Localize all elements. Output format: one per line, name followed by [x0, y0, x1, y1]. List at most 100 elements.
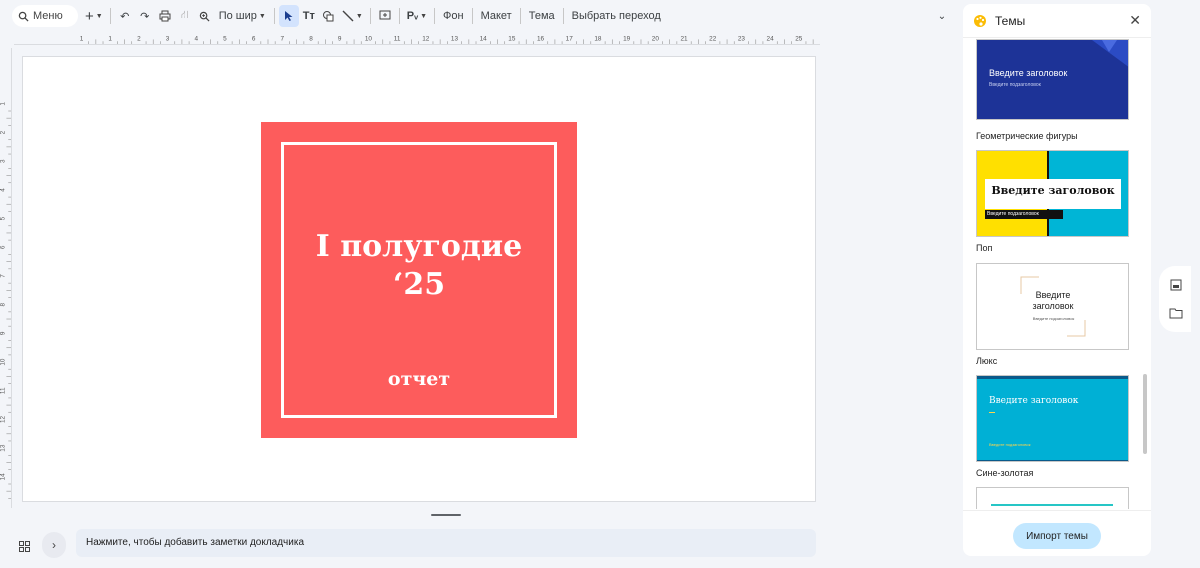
redo-button[interactable]: ↷	[135, 5, 155, 27]
theme-thumb-lux[interactable]: Введите заголовок Введите подзаголовок	[976, 263, 1129, 350]
ruler-label: 6	[0, 245, 7, 249]
thumb-subtitle: Введите подзаголовок	[985, 210, 1063, 219]
ruler-label: 4	[0, 188, 7, 192]
new-slide-button[interactable]: + ▼	[82, 5, 106, 27]
slide-subtitle[interactable]: отчет	[261, 368, 577, 390]
search-icon	[18, 11, 29, 22]
print-button[interactable]	[155, 5, 175, 27]
menu-search-label: Меню	[33, 10, 63, 22]
thumb-title: Введите заголовок	[1032, 290, 1074, 311]
text-box-button[interactable]: Tт	[299, 5, 319, 27]
theme-button[interactable]: Тема	[525, 5, 559, 27]
comment-button[interactable]	[375, 5, 395, 27]
ruler-label: 15	[508, 35, 516, 42]
ruler-label: 13	[0, 444, 7, 452]
chevron-down-icon: ▼	[95, 12, 103, 20]
themes-panel: Темы ✕ Введите заголовок Введите подзаго…	[963, 4, 1151, 556]
transition-button[interactable]: Выбрать переход	[568, 5, 665, 27]
zoom-select-label: По шир	[218, 10, 257, 22]
close-icon[interactable]: ✕	[1129, 12, 1141, 29]
shape-button[interactable]	[319, 5, 339, 27]
thumb-subtitle: Введите подзаголовок	[989, 82, 1041, 88]
ruler-label: 13	[451, 35, 459, 42]
theme-name: Поп	[976, 243, 993, 253]
ruler-label: 1	[0, 102, 7, 106]
import-theme-button[interactable]: Импорт темы	[1013, 523, 1101, 549]
ruler-label: 25	[795, 35, 803, 42]
ruler-label: 22	[709, 35, 717, 42]
ruler-label: 1	[80, 35, 84, 42]
menu-search[interactable]: Меню	[12, 5, 78, 27]
text-box-icon: Tт	[302, 10, 315, 22]
slide-title[interactable]: I полугодие ‘25	[261, 228, 577, 304]
theme-thumb-next[interactable]	[976, 487, 1129, 509]
plus-icon: +	[85, 7, 94, 25]
notes-resize-handle[interactable]	[431, 514, 461, 516]
theme-list-scrollbar[interactable]	[1143, 374, 1147, 454]
line-button[interactable]: ▼	[339, 5, 366, 27]
ruler-label: 10	[0, 358, 7, 366]
slides-icon[interactable]	[1169, 278, 1183, 292]
theme-name: Сине-золотая	[976, 468, 1034, 478]
ruler-label: 3	[166, 35, 170, 42]
ruler-label: 24	[767, 35, 775, 42]
slide-title-card[interactable]: I полугодие ‘25 отчет	[261, 122, 577, 438]
folder-icon[interactable]	[1169, 306, 1183, 320]
chevron-down-icon: ▼	[258, 12, 266, 20]
toolbar-divider	[109, 8, 111, 24]
blue-gold-accent-line	[989, 412, 995, 413]
undo-button[interactable]: ↶	[115, 5, 135, 27]
theme-thumb-geometric[interactable]: Введите заголовок Введите подзаголовок	[976, 39, 1129, 120]
ruler-label: 11	[394, 35, 401, 42]
ruler-label: 9	[338, 35, 342, 42]
redo-icon: ↷	[140, 10, 150, 23]
text-style-button[interactable]: Рᵥ ▼	[404, 5, 430, 27]
theme-thumb-blue-gold[interactable]: Введите заголовок Введите подзаголовок	[976, 375, 1129, 462]
themes-panel-title: Темы	[995, 13, 1026, 28]
toolbar-divider	[471, 8, 473, 24]
thumb-title: Введите заголовок	[989, 68, 1068, 78]
ruler-label: 16	[537, 35, 545, 42]
toolbar-divider	[562, 8, 564, 24]
ruler-label: 20	[652, 35, 660, 42]
thumb-title: Введите заголовок	[991, 184, 1115, 197]
vertical-ruler: 1234567891011121314	[0, 48, 12, 508]
zoom-icon	[199, 11, 210, 22]
theme-name: Геометрические фигуры	[976, 131, 1078, 141]
zoom-button[interactable]	[195, 5, 215, 27]
theme-thumb-pop[interactable]: Введите заголовок Введите подзаголовок	[976, 150, 1129, 237]
layout-button[interactable]: Макет	[477, 5, 516, 27]
expand-filmstrip-button[interactable]: ›	[42, 532, 66, 558]
ruler-label: 12	[0, 415, 7, 423]
select-tool-button[interactable]	[278, 5, 299, 27]
collapse-toolbar-button[interactable]: ⌄	[932, 5, 952, 27]
chevron-right-icon: ›	[52, 538, 56, 552]
side-rail	[1159, 266, 1191, 332]
paint-format-button[interactable]: ⛙	[175, 5, 195, 27]
thumb-subtitle: Введите подзаголовок	[989, 442, 1031, 447]
add-comment-icon	[379, 10, 391, 20]
ruler-label: 14	[0, 473, 7, 481]
chevron-down-icon: ▼	[355, 12, 363, 20]
paint-format-icon: ⛙	[180, 9, 189, 21]
blue-gold-bottom-bar	[977, 460, 1128, 461]
zoom-select[interactable]: По шир ▼	[215, 5, 270, 27]
shapes-icon	[323, 11, 334, 22]
toolbar-divider	[398, 8, 400, 24]
background-button[interactable]: Фон	[439, 5, 468, 27]
grid-view-button[interactable]	[12, 534, 36, 558]
ruler-label: 7	[0, 274, 7, 278]
toolbar-divider	[434, 8, 436, 24]
speaker-notes[interactable]: Нажмите, чтобы добавить заметки докладчи…	[76, 529, 816, 557]
line-icon	[342, 10, 354, 22]
slide-canvas[interactable]: I полугодие ‘25 отчет	[22, 56, 816, 502]
text-style-icon: Рᵥ	[406, 10, 419, 22]
ruler-label: 8	[0, 302, 7, 306]
ruler-label: 11	[0, 387, 7, 394]
ruler-label: 17	[566, 35, 574, 42]
ruler-label: 5	[223, 35, 227, 42]
ruler-label: 10	[365, 35, 373, 42]
toolbar: Меню + ▼ ↶ ↷ ⛙ По шир ▼ Tт ▼ Рᵥ ▼ Фон Макет…	[12, 4, 952, 28]
toolbar-divider	[273, 8, 275, 24]
ruler-label: 23	[738, 35, 746, 42]
